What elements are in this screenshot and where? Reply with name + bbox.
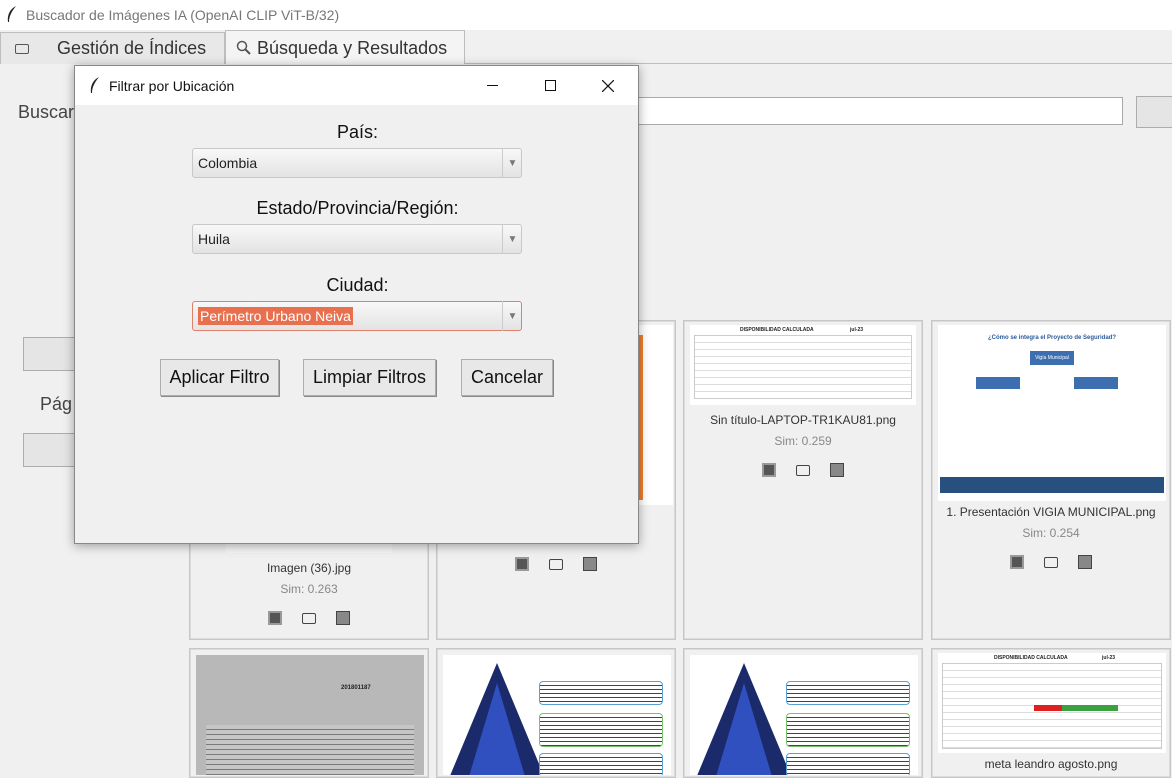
feather-icon	[90, 76, 99, 93]
city-value: Perímetro Urbano Neiva	[198, 307, 353, 325]
chevron-down-icon[interactable]: ▼	[502, 224, 522, 254]
cancel-button[interactable]: Cancelar	[461, 359, 553, 396]
result-card[interactable]: DISPONIBILIDAD CALCULADA jul-23 Sin títu…	[683, 320, 923, 640]
thumbnail-text-box	[539, 713, 663, 747]
result-filename: Sin título-LAPTOP-TR1KAU81.png	[710, 413, 896, 427]
thumbnail-red-cell	[1034, 705, 1062, 711]
thumbnail-pyramid	[697, 663, 791, 775]
apply-filter-button[interactable]: Aplicar Filtro	[160, 359, 279, 396]
tab-label: Búsqueda y Resultados	[257, 37, 448, 58]
chevron-down-icon[interactable]: ▼	[502, 301, 522, 331]
page-label: Pág	[40, 394, 73, 414]
state-value: Huila	[198, 231, 230, 247]
thumbnail-text-box	[539, 753, 663, 775]
feather-icon	[7, 6, 16, 22]
maximize-button[interactable]	[521, 66, 579, 105]
thumbnail-doc-number: 201801187	[341, 685, 371, 691]
state-combobox[interactable]: Huila	[192, 224, 522, 254]
save-icon[interactable]	[583, 557, 597, 571]
result-thumbnail[interactable]: DISPONIBILIDAD CALCULADA jul-23	[938, 653, 1166, 753]
tab-gestion-indices[interactable]: Gestión de Índices	[0, 32, 225, 64]
save-icon[interactable]	[336, 611, 350, 625]
folder-icon	[15, 43, 29, 54]
minimize-button[interactable]	[463, 66, 521, 105]
result-card[interactable]: 201801187	[189, 648, 429, 778]
result-card[interactable]	[436, 648, 676, 778]
app-title: Buscador de Imágenes IA (OpenAI CLIP ViT…	[26, 7, 340, 23]
result-similarity: Sim: 0.254	[1022, 526, 1080, 540]
close-button[interactable]	[579, 66, 637, 105]
close-icon	[602, 79, 614, 92]
result-thumbnail[interactable]: 201801187	[196, 655, 424, 775]
thumbnail-text-box	[539, 681, 663, 705]
folder-icon[interactable]	[796, 465, 810, 476]
thumbnail-month: jul-23	[1102, 655, 1116, 661]
thumbnail-pyramid	[450, 663, 544, 775]
main-tabs: Gestión de Índices Búsqueda y Resultados	[0, 30, 1172, 65]
search-label: Buscar	[18, 102, 75, 122]
thumbnail-table	[694, 335, 912, 399]
thumbnail-heading: ¿Cómo se integra el Proyecto de Segurida…	[987, 335, 1117, 341]
view-icon[interactable]	[515, 557, 529, 571]
folder-icon[interactable]	[302, 613, 316, 624]
search-input[interactable]	[636, 97, 1123, 125]
thumbnail-green-cell	[1062, 705, 1118, 711]
clear-filters-button[interactable]: Limpiar Filtros	[303, 359, 436, 396]
thumbnail-text-box	[786, 713, 910, 747]
city-combobox[interactable]: Perímetro Urbano Neiva	[192, 301, 522, 331]
thumbnail-skyline	[940, 477, 1164, 493]
thumbnail-title: DISPONIBILIDAD CALCULADA	[994, 655, 1068, 661]
dialog-titlebar: Filtrar por Ubicación	[75, 66, 638, 105]
minimize-icon	[486, 85, 498, 86]
folder-icon[interactable]	[1044, 557, 1058, 568]
thumbnail-node: Vigía Municipal	[1030, 351, 1074, 365]
search-icon	[236, 40, 251, 55]
tab-busqueda-resultados[interactable]: Búsqueda y Resultados	[225, 30, 465, 65]
folder-icon[interactable]	[549, 559, 563, 570]
chevron-down-icon[interactable]: ▼	[502, 148, 522, 178]
city-label: Ciudad:	[326, 275, 389, 295]
result-similarity: Sim: 0.263	[280, 582, 338, 596]
thumbnail-text-box	[786, 681, 910, 705]
result-similarity: Sim: 0.259	[774, 434, 832, 448]
dialog-title: Filtrar por Ubicación	[109, 77, 235, 94]
result-thumbnail[interactable]	[443, 655, 671, 775]
country-combobox[interactable]: Colombia	[192, 148, 522, 178]
search-button[interactable]	[1136, 96, 1172, 128]
thumbnail-node	[1074, 377, 1118, 389]
country-label: País:	[336, 122, 379, 142]
result-thumbnail[interactable]: DISPONIBILIDAD CALCULADA jul-23	[690, 325, 916, 405]
thumbnail-title: DISPONIBILIDAD CALCULADA	[740, 327, 814, 333]
result-thumbnail[interactable]: ¿Cómo se integra el Proyecto de Segurida…	[938, 325, 1166, 501]
tab-label: Gestión de Índices	[57, 38, 207, 58]
country-value: Colombia	[198, 155, 258, 171]
result-card[interactable]: DISPONIBILIDAD CALCULADA jul-23 meta lea…	[931, 648, 1171, 778]
thumbnail-text-box	[786, 753, 910, 775]
save-icon[interactable]	[830, 463, 844, 477]
filter-location-dialog: Filtrar por Ubicación País: Colombia ▼ E…	[74, 65, 639, 544]
view-icon[interactable]	[268, 611, 282, 625]
app-titlebar: Buscador de Imágenes IA (OpenAI CLIP ViT…	[0, 0, 1172, 30]
result-filename: Imagen (36).jpg	[266, 561, 352, 575]
thumbnail-doc-lines	[206, 725, 414, 775]
thumbnail-month: jul-23	[850, 327, 864, 333]
view-icon[interactable]	[762, 463, 776, 477]
thumbnail-node	[976, 377, 1020, 389]
result-thumbnail[interactable]	[690, 655, 918, 775]
result-filename: 1. Presentación VIGIA MUNICIPAL.png	[946, 505, 1156, 519]
result-card[interactable]	[683, 648, 923, 778]
result-card[interactable]: ¿Cómo se integra el Proyecto de Segurida…	[931, 320, 1171, 640]
view-icon[interactable]	[1010, 555, 1024, 569]
maximize-icon	[544, 80, 556, 91]
state-label: Estado/Provincia/Región:	[256, 198, 459, 218]
save-icon[interactable]	[1078, 555, 1092, 569]
